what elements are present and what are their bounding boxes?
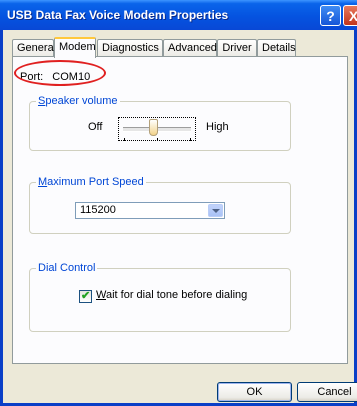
port-highlight-ring bbox=[14, 60, 106, 86]
volume-high-label: High bbox=[206, 121, 229, 133]
title-bar[interactable]: USB Data Fax Voice Modem Properties ? X bbox=[0, 0, 357, 30]
slider-thumb[interactable] bbox=[149, 119, 159, 136]
tab-diagnostics[interactable]: Diagnostics bbox=[97, 39, 163, 56]
tab-driver[interactable]: Driver bbox=[217, 39, 257, 56]
slider-tick bbox=[157, 138, 158, 141]
window-title: USB Data Fax Voice Modem Properties bbox=[7, 8, 229, 22]
chevron-down-icon bbox=[212, 209, 220, 213]
properties-window: USB Data Fax Voice Modem Properties ? X … bbox=[0, 0, 357, 406]
wait-dial-tone-label[interactable]: Wait for dial tone before dialing bbox=[96, 289, 247, 301]
slider-tick bbox=[190, 138, 191, 141]
speaker-volume-legend: Speaker volume bbox=[36, 95, 120, 107]
tab-general[interactable]: General bbox=[12, 39, 56, 56]
port-speed-value: 115200 bbox=[80, 204, 116, 216]
tab-advanced[interactable]: Advanced bbox=[163, 39, 217, 56]
tab-modem[interactable]: Modem bbox=[54, 37, 96, 58]
close-button[interactable]: X bbox=[343, 5, 357, 26]
dropdown-button[interactable] bbox=[208, 204, 223, 217]
close-icon: X bbox=[348, 8, 357, 24]
port-speed-select[interactable]: 115200 bbox=[75, 202, 225, 219]
cancel-button[interactable]: Cancel bbox=[297, 382, 357, 402]
ok-button[interactable]: OK bbox=[217, 382, 292, 402]
max-port-speed-legend: Maximum Port Speed bbox=[36, 176, 146, 188]
dial-control-legend: Dial Control bbox=[36, 262, 98, 274]
volume-low-label: Off bbox=[88, 121, 103, 133]
speaker-volume-slider[interactable] bbox=[118, 117, 196, 141]
checkmark-icon: ✔ bbox=[81, 290, 91, 302]
help-button[interactable]: ? bbox=[320, 5, 341, 26]
slider-tick bbox=[124, 138, 125, 141]
help-icon: ? bbox=[326, 8, 335, 24]
tab-details[interactable]: Details bbox=[257, 39, 296, 56]
wait-dial-tone-checkbox[interactable]: ✔ bbox=[79, 290, 92, 303]
